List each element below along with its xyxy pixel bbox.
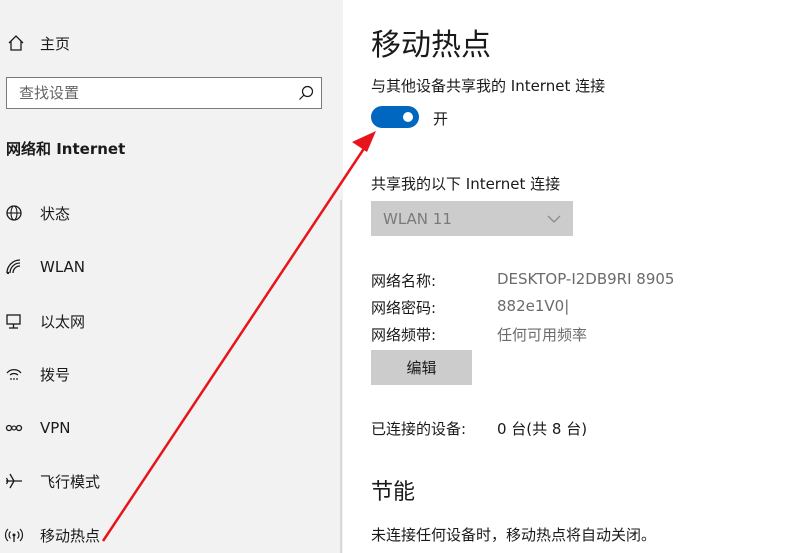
search-input[interactable] — [17, 78, 297, 108]
edit-button[interactable]: 编辑 — [371, 350, 472, 385]
connected-devices-row: 已连接的设备: 0 台(共 8 台) — [371, 418, 587, 439]
chevron-down-icon — [547, 215, 561, 223]
main-panel: 移动热点 与其他设备共享我的 Internet 连接 开 共享我的以下 Inte… — [343, 0, 800, 553]
sidebar: 主页 网络和 Internet 状态 WLAN 以太网 — [0, 0, 343, 553]
sidebar-item-label: 以太网 — [40, 312, 86, 331]
sidebar-item-label: WLAN — [40, 258, 86, 276]
sidebar-item-label: VPN — [40, 419, 71, 437]
network-password-label: 网络密码: — [371, 299, 437, 317]
connection-select[interactable]: WLAN 11 — [371, 201, 573, 236]
search-box[interactable] — [6, 77, 322, 109]
share-internet-label: 与其他设备共享我的 Internet 连接 — [371, 77, 606, 95]
network-band-value: 任何可用频率 — [497, 326, 588, 344]
share-from-label: 共享我的以下 Internet 连接 — [371, 175, 561, 193]
connection-select-value: WLAN 11 — [383, 209, 452, 228]
connected-devices-value: 0 台(共 8 台) — [497, 420, 588, 438]
globe-icon — [6, 205, 22, 221]
vpn-icon — [5, 424, 23, 432]
network-name-label: 网络名称: — [371, 272, 437, 290]
network-band-label: 网络频带: — [371, 326, 437, 344]
connected-devices-label: 已连接的设备: — [371, 420, 467, 438]
wifi-icon — [6, 259, 21, 275]
sidebar-item-label: 拨号 — [40, 365, 71, 384]
network-band-row: 网络频带: 任何可用频率 — [371, 324, 587, 345]
ethernet-icon — [6, 314, 21, 329]
home-label: 主页 — [40, 34, 71, 53]
sidebar-item-mobile-hotspot[interactable]: 移动热点 — [4, 521, 100, 549]
sidebar-item-vpn[interactable]: VPN — [4, 414, 71, 442]
sidebar-item-ethernet[interactable]: 以太网 — [4, 307, 85, 335]
home-nav-item[interactable]: 主页 — [6, 30, 70, 56]
home-icon — [8, 35, 24, 51]
sidebar-item-status[interactable]: 状态 — [4, 199, 70, 227]
sidebar-item-label: 飞行模式 — [40, 472, 101, 491]
hotspot-icon — [4, 528, 24, 542]
sidebar-scrollbar[interactable] — [340, 200, 342, 553]
power-saving-note: 未连接任何设备时，移动热点将自动关闭。 — [371, 526, 657, 544]
sidebar-item-label: 移动热点 — [40, 526, 101, 545]
section-title: 网络和 Internet — [6, 140, 126, 158]
airplane-icon — [5, 473, 22, 489]
sidebar-item-wlan[interactable]: WLAN — [4, 253, 85, 281]
sidebar-item-label: 状态 — [40, 204, 71, 223]
hotspot-toggle[interactable] — [371, 106, 419, 128]
network-name-value: DESKTOP-I2DB9RI 8905 — [497, 270, 675, 288]
dialup-icon — [6, 369, 22, 380]
network-password-value: 882e1V0| — [497, 297, 570, 315]
toggle-state-label: 开 — [433, 110, 449, 128]
page-title: 移动热点 — [371, 28, 491, 63]
sidebar-item-airplane-mode[interactable]: 飞行模式 — [4, 467, 100, 495]
power-saving-heading: 节能 — [371, 480, 416, 505]
network-password-row: 网络密码: 882e1V0| — [371, 297, 569, 318]
toggle-knob — [403, 112, 413, 122]
search-icon[interactable] — [297, 84, 315, 102]
network-name-row: 网络名称: DESKTOP-I2DB9RI 8905 — [371, 270, 674, 291]
sidebar-item-dialup[interactable]: 拨号 — [4, 360, 70, 388]
